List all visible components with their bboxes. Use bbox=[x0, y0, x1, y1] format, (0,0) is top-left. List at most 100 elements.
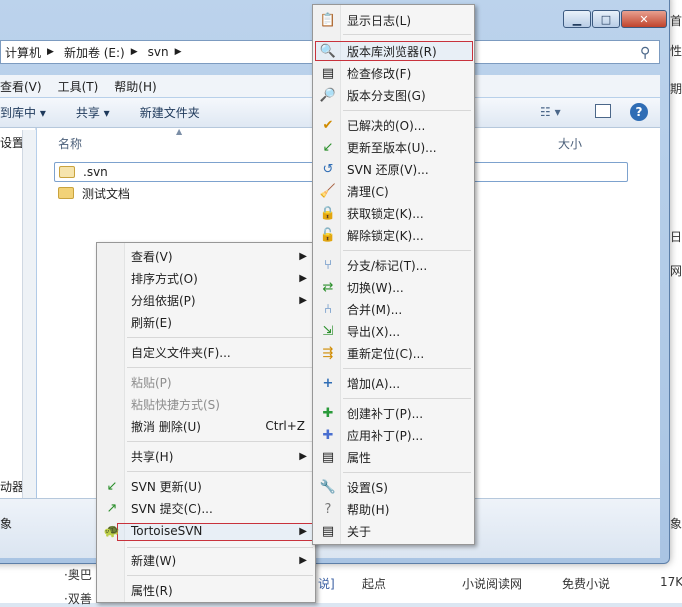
help-icon: ? bbox=[324, 501, 332, 517]
menu-item-update-to-revision[interactable]: ↙ 更新至版本(U)... bbox=[315, 136, 437, 158]
list-item[interactable]: 测试文档 bbox=[54, 183, 314, 203]
nav-scrollbar[interactable] bbox=[22, 130, 36, 498]
settings-icon: 🔧 bbox=[319, 479, 337, 495]
menu-separator bbox=[127, 441, 313, 442]
menu-separator bbox=[127, 471, 313, 472]
menu-item-new[interactable]: 新建(W) ▶ bbox=[99, 549, 313, 571]
menu-item-cleanup[interactable]: 🧹 清理(C) bbox=[315, 180, 389, 202]
context-menu: 查看(V) ▶ 排序方式(O) ▶ 分组依据(P) ▶ 刷新(E) 自定义文件夹(F)… bbox=[96, 242, 316, 603]
submenu-arrow-icon: ▶ bbox=[299, 294, 307, 306]
menu-item-relocate[interactable]: ⇶ 重新定位(C)... bbox=[315, 342, 425, 364]
menu-item-help[interactable]: ? 帮助(H) bbox=[315, 498, 390, 520]
file-name: .svn bbox=[83, 165, 108, 179]
bg-text: 象 bbox=[670, 517, 682, 531]
tortoisesvn-submenu: 📋 显示日志(L) 🔍 版本库浏览器(R) ▤ 检查修改(F) 🔎 版本分支图(G) ✔… bbox=[312, 4, 475, 545]
bg-link[interactable]: 小说阅读网 bbox=[462, 575, 522, 592]
menu-item-properties[interactable]: ▤ 属性 bbox=[315, 446, 371, 468]
menu-item-release-lock[interactable]: 🔓 解除锁定(K)... bbox=[315, 224, 424, 246]
minimize-button[interactable]: ▁ bbox=[563, 10, 591, 28]
menu-item-create-patch[interactable]: ✚ 创建补丁(P)... bbox=[315, 402, 424, 424]
breadcrumb-computer[interactable]: 计算机 bbox=[5, 44, 41, 61]
menu-item-sort[interactable]: 排序方式(O) ▶ bbox=[99, 267, 313, 289]
bg-link[interactable]: 17K bbox=[660, 575, 682, 589]
folder-icon bbox=[59, 166, 75, 178]
bg-text: 网 bbox=[670, 264, 682, 278]
nav-item[interactable]: 动器 bbox=[0, 478, 24, 495]
create-patch-icon: ✚ bbox=[322, 405, 334, 421]
svn-commit-icon: ↗ bbox=[106, 500, 118, 516]
log-icon: 📋 bbox=[319, 12, 337, 28]
caption-buttons: ▁ □ ✕ bbox=[562, 10, 667, 30]
menu-item-show-log[interactable]: 📋 显示日志(L) bbox=[315, 9, 411, 31]
preview-pane-icon[interactable] bbox=[595, 104, 611, 118]
submenu-arrow-icon: ▶ bbox=[299, 272, 307, 284]
bg-bottom-left2: ·双善 bbox=[64, 592, 92, 606]
include-in-library-button[interactable]: 到库中 ▾ bbox=[0, 104, 46, 121]
menu-help[interactable]: 帮助(H) bbox=[114, 78, 156, 95]
menu-item-paste[interactable]: 粘贴(P) bbox=[99, 371, 313, 393]
menu-item-resolved[interactable]: ✔ 已解决的(O)... bbox=[315, 114, 426, 136]
menu-item-view[interactable]: 查看(V) ▶ bbox=[99, 245, 313, 267]
menu-tools[interactable]: 工具(T) bbox=[58, 78, 99, 95]
bg-link[interactable]: 说] bbox=[318, 575, 335, 592]
menu-item-refresh[interactable]: 刷新(E) bbox=[99, 311, 313, 333]
bg-text: 性 bbox=[670, 44, 682, 58]
menu-separator bbox=[343, 250, 471, 251]
menu-item-properties[interactable]: 属性(R) bbox=[99, 579, 313, 601]
menu-item-settings[interactable]: 🔧 设置(S) bbox=[315, 476, 388, 498]
view-options-icon[interactable]: ☷ ▾ bbox=[540, 105, 561, 119]
menu-item-paste-shortcut[interactable]: 粘贴快捷方式(S) bbox=[99, 393, 313, 415]
menu-item-export[interactable]: ⇲ 导出(X)... bbox=[315, 320, 400, 342]
column-header-size[interactable]: 大小 bbox=[558, 135, 582, 152]
column-header-name[interactable]: 名称 bbox=[58, 135, 82, 152]
submenu-arrow-icon: ▶ bbox=[299, 525, 307, 537]
bg-bottom-left: ·奥巴 bbox=[64, 568, 92, 582]
merge-icon: ⑃ bbox=[324, 301, 332, 317]
search-icon[interactable]: ⚲ bbox=[640, 45, 650, 61]
chevron-right-icon[interactable]: ▶ bbox=[131, 47, 138, 57]
menu-item-tortoisesvn[interactable]: 🐢 TortoiseSVN ▶ bbox=[99, 520, 313, 542]
submenu-arrow-icon: ▶ bbox=[299, 450, 307, 462]
menu-item-about[interactable]: ▤ 关于 bbox=[315, 520, 371, 542]
update-to-revision-icon: ↙ bbox=[322, 139, 334, 155]
menu-separator bbox=[127, 547, 313, 548]
menu-item-get-lock[interactable]: 🔒 获取锁定(K)... bbox=[315, 202, 424, 224]
about-icon: ▤ bbox=[321, 523, 335, 539]
menu-item-switch[interactable]: ⇄ 切换(W)... bbox=[315, 276, 404, 298]
menu-item-svn-update[interactable]: ↙ SVN 更新(U) bbox=[99, 475, 313, 497]
menu-item-branch-tag[interactable]: ⑂ 分支/标记(T)... bbox=[315, 254, 427, 276]
menu-item-revision-graph[interactable]: 🔎 版本分支图(G) bbox=[315, 84, 426, 106]
menu-item-apply-patch[interactable]: ✚ 应用补丁(P)... bbox=[315, 424, 424, 446]
menu-item-revert[interactable]: ↺ SVN 还原(V)... bbox=[315, 158, 429, 180]
folder-icon bbox=[58, 187, 74, 199]
repo-browser-icon: 🔍 bbox=[319, 43, 337, 59]
close-button[interactable]: ✕ bbox=[621, 10, 667, 28]
menu-item-merge[interactable]: ⑃ 合并(M)... bbox=[315, 298, 402, 320]
menu-item-customize[interactable]: 自定义文件夹(F)... bbox=[99, 341, 313, 363]
menu-item-add[interactable]: + 增加(A)... bbox=[315, 372, 400, 394]
file-name: 测试文档 bbox=[82, 186, 131, 201]
menu-item-check-modifications[interactable]: ▤ 检查修改(F) bbox=[315, 62, 411, 84]
maximize-button[interactable]: □ bbox=[592, 10, 620, 28]
menu-item-undo-delete[interactable]: 撤消 删除(U) Ctrl+Z bbox=[99, 415, 313, 437]
menu-item-repo-browser[interactable]: 🔍 版本库浏览器(R) bbox=[315, 40, 437, 62]
chevron-right-icon[interactable]: ▶ bbox=[47, 47, 54, 57]
chevron-right-icon[interactable]: ▶ bbox=[175, 47, 182, 57]
menu-item-group[interactable]: 分组依据(P) ▶ bbox=[99, 289, 313, 311]
menu-item-share[interactable]: 共享(H) ▶ bbox=[99, 445, 313, 467]
relocate-icon: ⇶ bbox=[322, 345, 334, 361]
bg-link[interactable]: 免费小说 bbox=[562, 575, 610, 592]
lock-icon: 🔒 bbox=[319, 205, 337, 221]
menu-view[interactable]: 查看(V) bbox=[0, 78, 42, 95]
share-button[interactable]: 共享 ▾ bbox=[76, 104, 110, 121]
help-icon[interactable]: ? bbox=[630, 103, 648, 121]
breadcrumb-drive[interactable]: 新加卷 (E:) bbox=[64, 44, 125, 61]
tortoise-icon: 🐢 bbox=[103, 523, 121, 539]
breadcrumb-svn[interactable]: svn bbox=[148, 45, 169, 59]
nav-item[interactable]: 设置 bbox=[0, 134, 24, 151]
bg-link[interactable]: 起点 bbox=[362, 575, 386, 592]
svn-update-icon: ↙ bbox=[106, 478, 118, 494]
new-folder-button[interactable]: 新建文件夹 bbox=[140, 104, 200, 121]
menu-item-svn-commit[interactable]: ↗ SVN 提交(C)... bbox=[99, 497, 313, 519]
bg-text: 首 bbox=[670, 14, 682, 28]
